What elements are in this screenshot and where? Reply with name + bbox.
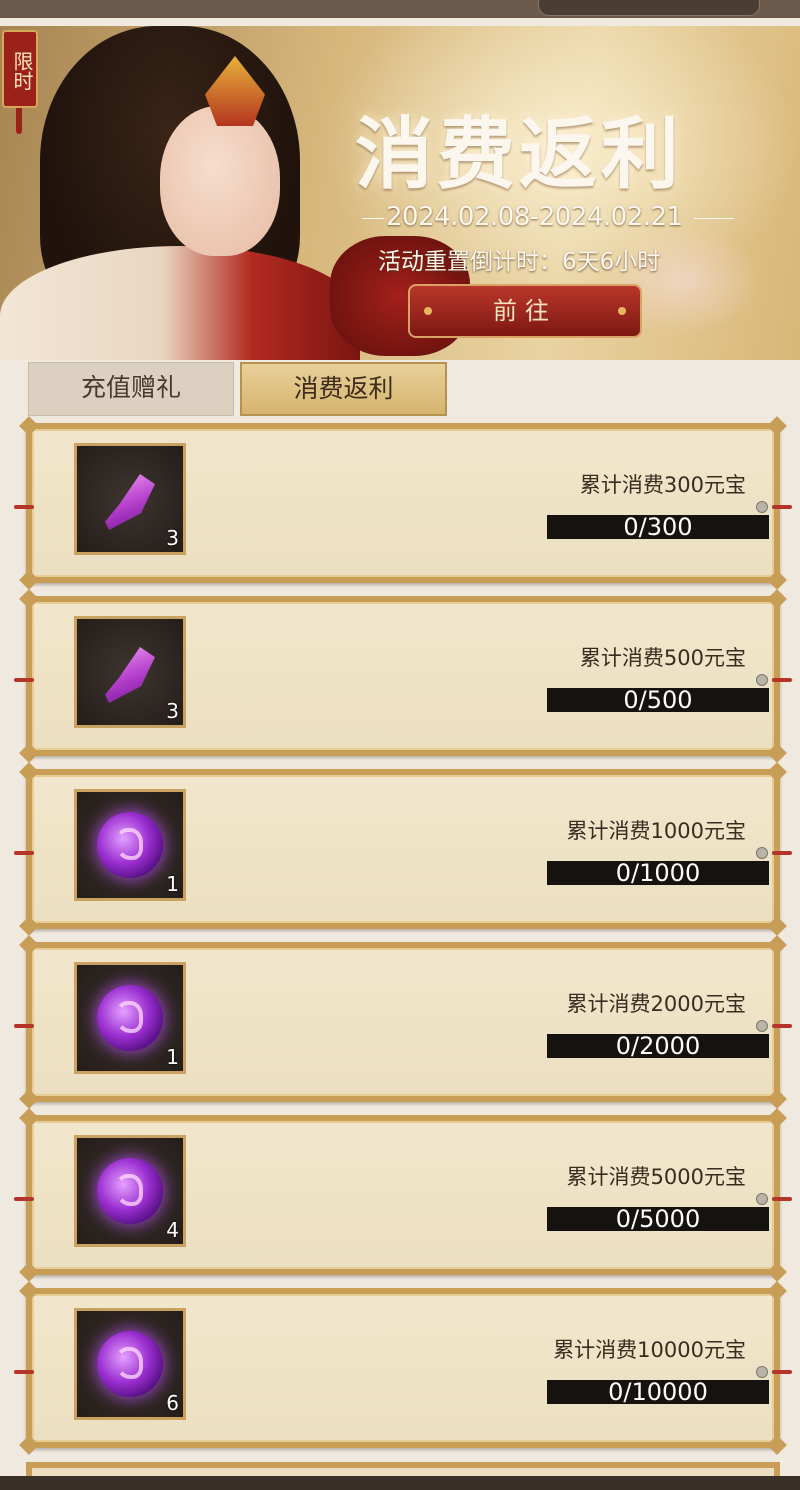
orb-swirl — [115, 1174, 143, 1206]
reward-item-slot[interactable]: 3 — [74, 616, 186, 728]
reward-progress-bar: 0/500 — [547, 688, 769, 712]
reward-item-slot[interactable]: 1 — [74, 789, 186, 901]
reward-progress-text: 0/10000 — [608, 1378, 708, 1406]
reward-progress-bar: 0/300 — [547, 515, 769, 539]
limited-time-tag: 限时 — [2, 30, 38, 134]
reward-progress-bar: 0/10000 — [547, 1380, 769, 1404]
reward-card: 3 累计消费500元宝 0/500 — [14, 589, 792, 763]
character-face — [160, 106, 280, 256]
reward-progress-bar: 0/1000 — [547, 861, 769, 885]
reward-item-slot[interactable]: 6 — [74, 1308, 186, 1420]
reward-item-count: 1 — [166, 1045, 179, 1069]
card-knot-right — [772, 505, 792, 509]
orb-swirl — [115, 1001, 143, 1033]
bottom-bar — [0, 1476, 800, 1490]
tab-recharge-gift[interactable]: 充值赠礼 — [28, 362, 234, 416]
card-pin — [756, 501, 768, 513]
card-knot-left — [14, 678, 34, 682]
reward-item-slot[interactable]: 3 — [74, 443, 186, 555]
card-pin — [756, 1366, 768, 1378]
reward-card: 4 累计消费5000元宝 0/5000 — [14, 1108, 792, 1282]
reward-progress-text: 0/1000 — [615, 859, 701, 887]
reward-progress-text: 0/300 — [623, 513, 693, 541]
button-ornament-right — [618, 307, 626, 315]
reward-requirement: 累计消费500元宝 — [579, 646, 746, 670]
card-knot-right — [772, 678, 792, 682]
reward-progress-text: 0/500 — [623, 686, 693, 714]
reward-requirement: 累计消费10000元宝 — [553, 1338, 746, 1362]
top-bar-pill — [538, 0, 760, 16]
purple-shard-icon — [105, 474, 155, 530]
card-knot-left — [14, 505, 34, 509]
reward-card: 3 累计消费300元宝 0/300 — [14, 416, 792, 590]
card-pin — [756, 1020, 768, 1032]
reward-card: 1 累计消费2000元宝 0/2000 — [14, 935, 792, 1109]
reward-progress-text: 0/2000 — [615, 1032, 701, 1060]
tab-consume-rebate[interactable]: 消费返利 — [240, 362, 447, 416]
card-knot-left — [14, 1024, 34, 1028]
limited-time-label: 限时 — [10, 51, 34, 91]
reward-card: 1 累计消费1000元宝 0/1000 — [14, 762, 792, 936]
card-knot-right — [772, 851, 792, 855]
card-pin — [756, 1193, 768, 1205]
purple-orb-icon — [97, 812, 163, 878]
orb-swirl — [115, 828, 143, 860]
reward-progress-text: 0/5000 — [615, 1205, 701, 1233]
card-knot-right — [772, 1197, 792, 1201]
event-date-range: 2024.02.08-2024.02.21 — [386, 202, 683, 232]
orb-swirl — [115, 1347, 143, 1379]
go-button-label: 前往 — [493, 297, 557, 325]
go-button[interactable]: 前往 — [408, 284, 642, 338]
card-knot-right — [772, 1024, 792, 1028]
card-knot-left — [14, 851, 34, 855]
date-deco-right — [694, 218, 734, 219]
reward-item-count: 4 — [166, 1218, 179, 1242]
purple-shard-icon — [105, 647, 155, 703]
reward-item-slot[interactable]: 4 — [74, 1135, 186, 1247]
reward-progress-bar: 0/5000 — [547, 1207, 769, 1231]
reward-item-count: 1 — [166, 872, 179, 896]
reward-requirement: 累计消费2000元宝 — [566, 992, 746, 1016]
card-knot-left — [14, 1370, 34, 1374]
card-pin — [756, 847, 768, 859]
reward-item-count: 6 — [166, 1391, 179, 1415]
purple-orb-icon — [97, 1331, 163, 1397]
reward-requirement: 累计消费5000元宝 — [566, 1165, 746, 1189]
reward-item-count: 3 — [166, 699, 179, 723]
reward-item-slot[interactable]: 1 — [74, 962, 186, 1074]
reward-requirement: 累计消费1000元宝 — [566, 819, 746, 843]
tag-tassel — [16, 108, 22, 134]
banner-title: 消费返利 — [355, 109, 684, 200]
card-knot-right — [772, 1370, 792, 1374]
button-ornament-left — [424, 307, 432, 315]
purple-orb-icon — [97, 985, 163, 1051]
date-deco-left — [362, 218, 384, 219]
reward-card: 6 累计消费10000元宝 0/10000 — [14, 1281, 792, 1455]
purple-orb-icon — [97, 1158, 163, 1224]
card-pin — [756, 674, 768, 686]
reward-progress-bar: 0/2000 — [547, 1034, 769, 1058]
reward-item-count: 3 — [166, 526, 179, 550]
reset-countdown: 活动重置倒计时：6天6小时 — [378, 249, 661, 275]
card-knot-left — [14, 1197, 34, 1201]
reward-requirement: 累计消费300元宝 — [579, 473, 746, 497]
top-bar — [0, 0, 800, 18]
